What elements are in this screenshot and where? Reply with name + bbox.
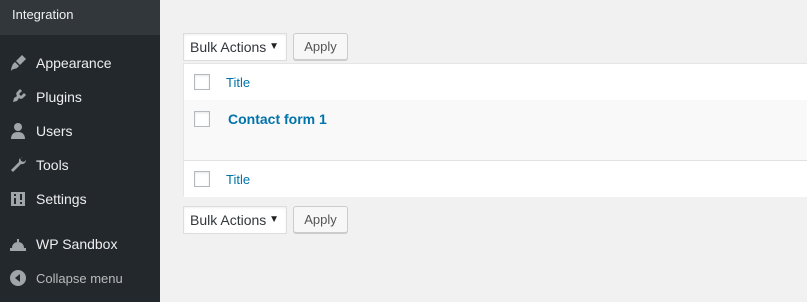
collapse-menu-button[interactable]: Collapse menu bbox=[0, 261, 160, 295]
select-all-checkbox-bottom[interactable] bbox=[194, 171, 210, 187]
collapse-arrow-icon bbox=[8, 268, 28, 288]
posts-table: Title Contact form 1 Title bbox=[183, 63, 807, 197]
sidebar-item-tools[interactable]: Tools bbox=[0, 148, 160, 182]
apply-label: Apply bbox=[304, 212, 337, 227]
column-title-sort-link-bottom[interactable]: Title bbox=[226, 172, 250, 187]
admin-sidebar: Integration Appearance Plugins Users Too bbox=[0, 0, 160, 302]
row-checkbox[interactable] bbox=[194, 111, 210, 127]
bulk-actions-value: Bulk Actions bbox=[190, 212, 267, 228]
apply-button-top[interactable]: Apply bbox=[293, 33, 348, 60]
bulk-actions-select-bottom[interactable]: Bulk Actions ▼ bbox=[183, 206, 287, 234]
wrench-icon bbox=[8, 155, 28, 175]
table-header-row: Title bbox=[184, 64, 807, 101]
submenu-item-label: Integration bbox=[12, 7, 74, 22]
sidebar-item-label: Users bbox=[36, 123, 73, 139]
submenu-item-integration[interactable]: Integration bbox=[0, 0, 160, 35]
sidebar-item-plugins[interactable]: Plugins bbox=[0, 80, 160, 114]
table-row: Contact form 1 bbox=[184, 100, 807, 160]
admin-screen: Integration Appearance Plugins Users Too bbox=[0, 0, 807, 302]
sidebar-item-label: Plugins bbox=[36, 89, 82, 105]
column-title-sort-link[interactable]: Title bbox=[226, 75, 250, 90]
plugin-icon bbox=[8, 87, 28, 107]
apply-button-bottom[interactable]: Apply bbox=[293, 206, 348, 233]
sidebar-item-label: WP Sandbox bbox=[36, 236, 118, 252]
settings-sliders-icon bbox=[8, 189, 28, 209]
table-footer-row: Title bbox=[184, 160, 807, 197]
sidebar-item-appearance[interactable]: Appearance bbox=[0, 46, 160, 80]
sidebar-item-settings[interactable]: Settings bbox=[0, 182, 160, 216]
bulk-actions-value: Bulk Actions bbox=[190, 39, 267, 55]
row-title-link[interactable]: Contact form 1 bbox=[228, 111, 327, 127]
bulk-actions-select-top[interactable]: Bulk Actions ▼ bbox=[183, 33, 287, 61]
sidebar-item-label: Appearance bbox=[36, 55, 112, 71]
sandbox-icon bbox=[8, 234, 28, 254]
sidebar-item-wp-sandbox[interactable]: WP Sandbox bbox=[0, 227, 160, 261]
sidebar-item-label: Tools bbox=[36, 157, 69, 173]
sidebar-item-label: Settings bbox=[36, 191, 87, 207]
select-all-checkbox-top[interactable] bbox=[194, 74, 210, 90]
dropdown-arrow-icon: ▼ bbox=[269, 41, 279, 52]
dropdown-arrow-icon: ▼ bbox=[269, 214, 279, 225]
apply-label: Apply bbox=[304, 39, 337, 54]
paintbrush-icon bbox=[8, 53, 28, 73]
user-icon bbox=[8, 121, 28, 141]
sidebar-item-users[interactable]: Users bbox=[0, 114, 160, 148]
collapse-menu-label: Collapse menu bbox=[36, 270, 123, 286]
